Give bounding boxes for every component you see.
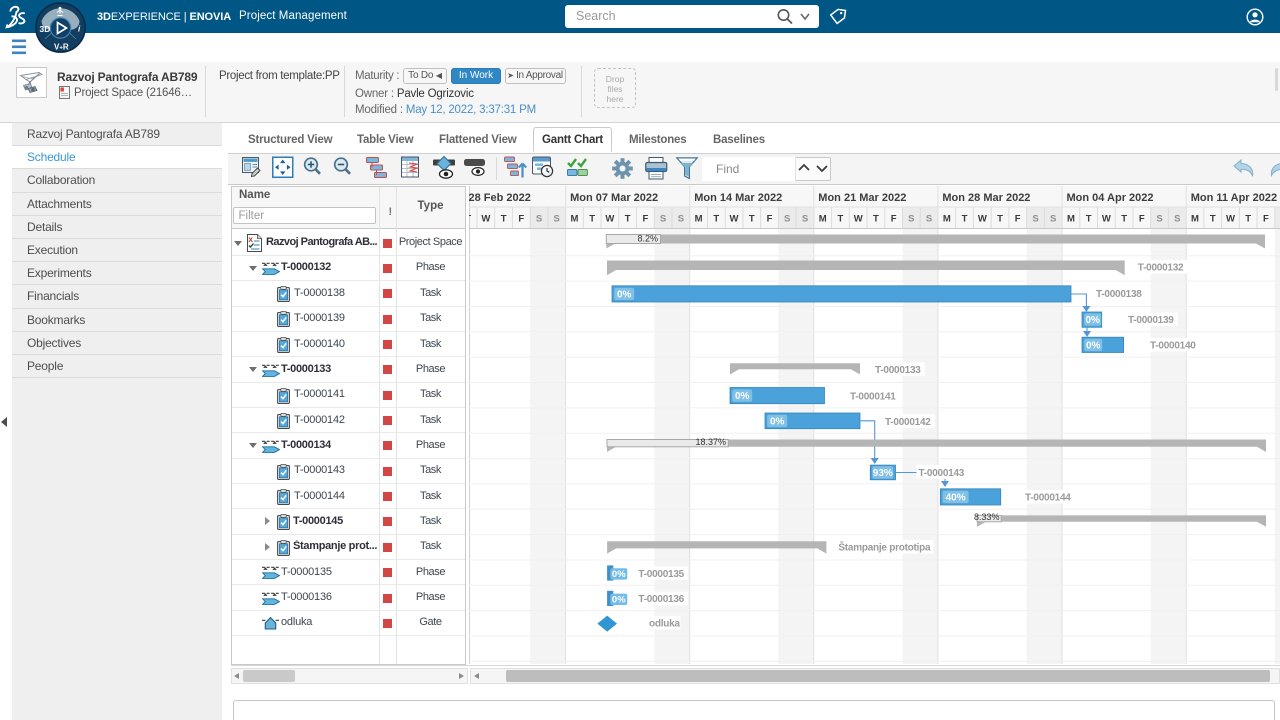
svg-text:odluka: odluka	[649, 619, 680, 630]
svg-text:T: T	[997, 214, 1003, 225]
svg-text:F: F	[767, 214, 773, 225]
svg-text:S: S	[1174, 214, 1180, 225]
svg-text:S: S	[926, 214, 932, 225]
svg-text:18.37%: 18.37%	[695, 437, 726, 447]
svg-text:W: W	[978, 214, 987, 225]
svg-text:T: T	[1121, 214, 1127, 225]
svg-text:40%: 40%	[946, 492, 966, 503]
svg-text:S: S	[1032, 214, 1038, 225]
svg-text:T-0000139: T-0000139	[1128, 315, 1174, 326]
svg-text:T-0000138: T-0000138	[1096, 289, 1142, 300]
svg-text:T-0000136: T-0000136	[638, 594, 684, 605]
svg-text:0%: 0%	[1086, 340, 1101, 351]
svg-text:W: W	[481, 214, 490, 225]
svg-text:93%: 93%	[873, 468, 893, 479]
svg-text:Mon 14 Mar 2022: Mon 14 Mar 2022	[694, 192, 782, 204]
svg-text:0%: 0%	[770, 416, 785, 427]
svg-text:0%: 0%	[735, 391, 750, 402]
svg-text:0%: 0%	[1085, 315, 1100, 326]
svg-text:T: T	[873, 214, 879, 225]
svg-text:T-0000144: T-0000144	[1025, 493, 1071, 504]
svg-text:T-0000140: T-0000140	[1150, 341, 1196, 352]
svg-text:T: T	[589, 214, 595, 225]
svg-text:M: M	[819, 214, 827, 225]
svg-text:Mon 21 Mar 2022: Mon 21 Mar 2022	[818, 192, 906, 204]
svg-text:W: W	[854, 214, 863, 225]
svg-text:T-0000141: T-0000141	[850, 392, 896, 403]
svg-text:x: x	[248, 235, 253, 245]
svg-text:T: T	[749, 214, 755, 225]
svg-text:S: S	[1156, 214, 1162, 225]
svg-text:Mon 04 Apr 2022: Mon 04 Apr 2022	[1067, 192, 1154, 204]
svg-text:F: F	[1139, 214, 1145, 225]
svg-text:M: M	[1191, 214, 1199, 225]
svg-text:M: M	[943, 214, 951, 225]
svg-text:T-0000143: T-0000143	[919, 468, 965, 479]
svg-text:T-0000135: T-0000135	[638, 569, 684, 580]
svg-text:F: F	[891, 214, 897, 225]
svg-text:W: W	[1226, 214, 1235, 225]
svg-text:3D: 3D	[40, 24, 51, 34]
svg-text:T-0000132: T-0000132	[1138, 263, 1184, 274]
svg-text:M: M	[695, 214, 703, 225]
svg-text:S: S	[802, 214, 808, 225]
svg-text:W: W	[605, 214, 614, 225]
svg-text:T: T	[469, 214, 471, 225]
svg-text:28 Feb 2022: 28 Feb 2022	[469, 192, 531, 204]
svg-text:M: M	[571, 214, 579, 225]
svg-text:T: T	[1210, 214, 1216, 225]
svg-text:8.2%: 8.2%	[637, 234, 658, 244]
svg-text:F: F	[1263, 214, 1269, 225]
svg-text:Mon 11 Apr 2022: Mon 11 Apr 2022	[1191, 192, 1277, 204]
svg-text:T-0000142: T-0000142	[885, 417, 931, 428]
svg-text:S: S	[908, 214, 914, 225]
svg-text:T: T	[713, 214, 719, 225]
svg-text:S: S	[536, 214, 542, 225]
svg-text:0%: 0%	[612, 569, 626, 580]
svg-text:S: S	[554, 214, 560, 225]
svg-text:W: W	[730, 214, 739, 225]
svg-text:0%: 0%	[617, 289, 632, 300]
svg-text:T: T	[501, 214, 507, 225]
svg-text:T-0000133: T-0000133	[875, 365, 921, 376]
svg-text:Mon 28 Mar 2022: Mon 28 Mar 2022	[942, 192, 1030, 204]
svg-text:S: S	[784, 214, 790, 225]
svg-text:F: F	[1015, 214, 1021, 225]
svg-text:F: F	[518, 214, 524, 225]
svg-text:T: T	[962, 214, 968, 225]
svg-text:M: M	[1067, 214, 1075, 225]
svg-text:Mon 07 Mar 2022: Mon 07 Mar 2022	[570, 192, 658, 204]
svg-text:S: S	[660, 214, 666, 225]
svg-text:Štampanje prototipa: Štampanje prototipa	[838, 541, 931, 554]
svg-text:T: T	[1086, 214, 1092, 225]
svg-text:T: T	[1245, 214, 1251, 225]
svg-text:S: S	[1050, 214, 1056, 225]
svg-text:0%: 0%	[612, 595, 626, 606]
svg-text:S: S	[678, 214, 684, 225]
svg-text:F: F	[642, 214, 648, 225]
svg-text:T: T	[837, 214, 843, 225]
svg-text:8.33%: 8.33%	[974, 512, 1000, 522]
svg-text:W: W	[1102, 214, 1111, 225]
svg-text:T: T	[625, 214, 631, 225]
